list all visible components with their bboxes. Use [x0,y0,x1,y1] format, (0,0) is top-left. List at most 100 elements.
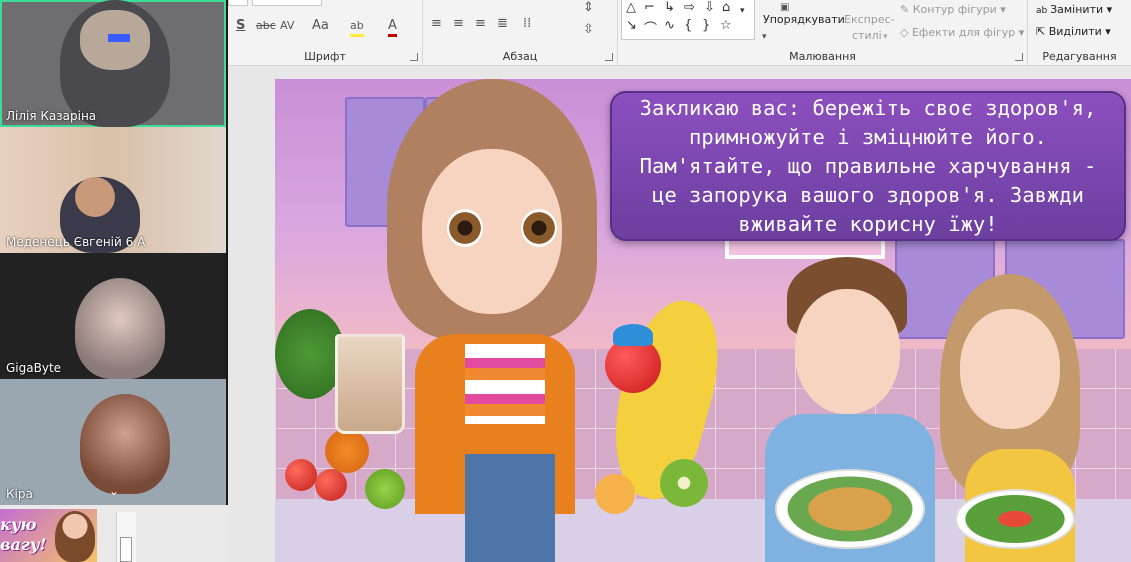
brace-left-icon[interactable]: { [684,18,692,33]
align-right-icon[interactable]: ≡ [475,16,486,32]
arc-shape-icon[interactable]: ⌒ [644,18,657,37]
quick-styles-dropdown-icon: ▾ [883,32,888,42]
participant-name: Меденець Євгеній 6 А [6,235,146,249]
slide-thumbnails: кую вагу! [0,505,228,562]
font-color-button[interactable]: A [388,18,397,37]
font-group-label: Шрифт [304,50,346,63]
pepper-image [325,429,369,473]
chevron-down-icon[interactable]: ⌄ [104,484,124,498]
girl-jeans [465,454,555,562]
connector-shape-icon[interactable]: ⌐ [644,0,655,15]
thumbnail-text-line2: вагу! [0,535,47,554]
participant-name: Лілія Казаріна [6,109,97,123]
paragraph-group-label: Абзац [502,50,538,63]
change-case-button[interactable]: Aa [312,18,329,34]
select-button[interactable]: ⇱ Виділити ▾ [1036,25,1111,39]
align-text-icon[interactable]: ⇳ [583,22,594,38]
speech-text[interactable]: Закликаю вас: бережіть своє здоров'я, пр… [626,94,1110,239]
select-dropdown-icon: ▾ [1101,25,1111,38]
font-dialog-launcher[interactable] [410,53,418,61]
shape-effects-label: Ефекти для фігур [911,26,1016,39]
character-spacing-button[interactable]: AV [280,18,294,34]
tomato-image [285,459,317,491]
app-window: S abc AV Aa ab A Шрифт ≡ ≡ ≡ ≣ ⁞⁞ ⇕ ⇳ Аб… [0,0,1131,562]
align-center-icon[interactable]: ≡ [453,16,464,32]
milkshake-image [335,334,405,434]
salad-bowl [955,489,1075,549]
arrange-icon: ▣ [780,2,790,13]
pen-icon: ✎ [900,3,913,16]
cursor-icon: ⇱ [1036,25,1049,38]
shape-effects-dropdown-icon: ▾ [1015,26,1025,39]
orange-slice-image [595,474,635,514]
participant-tile[interactable]: GigaByte [0,253,226,379]
replace-button[interactable]: ab Замінити ▾ [1036,3,1112,18]
replace-dropdown-icon: ▾ [1103,3,1113,16]
girl-left-eye [447,209,483,247]
slide-canvas[interactable]: Закликаю вас: бережіть своє здоров'я, пр… [228,66,1131,562]
participant-video [80,394,170,494]
replace-icon: ab [1036,6,1051,16]
thumbnail-text-line1: кую [0,515,37,534]
shape-outline-label: Контур фігури [912,3,997,16]
boy-food-plate [775,469,925,549]
speech-bubble[interactable]: Закликаю вас: бережіть своє здоров'я, пр… [610,91,1126,241]
girl-right-eye [521,209,557,247]
justify-icon[interactable]: ≣ [497,16,508,32]
triangle-shape-icon[interactable]: △ [626,0,636,15]
paragraph-dialog-launcher[interactable] [605,53,613,61]
drawing-dialog-launcher[interactable] [1015,53,1023,61]
bottle-cap-image [613,324,653,346]
shape-outline-dropdown-icon: ▾ [996,3,1006,16]
girl2-face [960,309,1060,429]
shapes-gallery[interactable]: △ ⌐ ↳ ⇨ ⇩ ⌂ ↘ ⌒ ∿ { } ☆ ▾ [621,0,755,40]
arrow-right-shape-icon[interactable]: ⇨ [684,0,695,15]
slide[interactable]: Закликаю вас: бережіть своє здоров'я, пр… [275,79,1131,562]
kiwi-image [660,459,708,507]
quick-styles-button-line2[interactable]: стилі [852,29,882,43]
glasses-reflection [108,34,130,42]
shape-effects-button[interactable]: ◇ Ефекти для фігур ▾ [900,26,1024,40]
text-shadow-button[interactable]: S [236,18,245,34]
star-shape-icon[interactable]: ☆ [720,18,732,33]
boy-face [795,289,900,414]
participant-name: Кіра [6,487,33,501]
apple-green-image [365,469,405,509]
drawing-group-label: Малювання [789,50,856,63]
font-group: S abc AV Aa ab A Шрифт [228,0,423,66]
brace-right-icon[interactable]: } [702,18,710,33]
slide-thumbnail[interactable]: кую вагу! [0,509,97,562]
tomato-image [315,469,347,501]
editing-group: ab Замінити ▾ ⇱ Виділити ▾ Редагування [1028,0,1131,66]
elbow-connector-icon[interactable]: ↳ [664,0,675,15]
quick-styles-button-line1[interactable]: Експрес- [844,13,895,27]
strikethrough-button[interactable]: abc [256,18,276,34]
participant-tile[interactable]: Лілія Казаріна [0,0,226,127]
effects-icon: ◇ [900,26,912,39]
arrow-down-shape-icon[interactable]: ⇩ [704,0,715,15]
shape-outline-button[interactable]: ✎ Контур фігури ▾ [900,3,1006,17]
arrange-button[interactable]: Упорядкувати [763,13,845,27]
text-direction-icon[interactable]: ⇕ [583,0,594,16]
paragraph-group: ≡ ≡ ≡ ≣ ⁞⁞ ⇕ ⇳ Абзац [423,0,618,66]
replace-label: Замінити [1050,3,1104,16]
video-call-panel: Лілія Казаріна Меденець Євгеній 6 А Giga… [0,0,228,505]
scrollbar-thumb[interactable] [120,537,132,562]
align-left-icon[interactable]: ≡ [431,16,442,32]
arrow-shape-icon[interactable]: ↘ [626,18,637,33]
select-label: Виділити [1048,25,1102,38]
participant-face [75,177,115,217]
rounded-shape-icon[interactable]: ⌂ [722,0,730,15]
participant-name: GigaByte [6,361,62,375]
highlight-color-button[interactable]: ab [350,18,364,37]
columns-icon[interactable]: ⁞⁞ [523,16,531,32]
gallery-more-icon[interactable]: ▾ [740,6,745,16]
girl-striped-top [465,344,545,424]
editing-group-label: Редагування [1042,50,1117,63]
participant-video [75,278,165,379]
arrange-dropdown-icon: ▾ [762,32,767,42]
ribbon: S abc AV Aa ab A Шрифт ≡ ≡ ≡ ≣ ⁞⁞ ⇕ ⇳ Аб… [228,0,1131,66]
thumbnail-image [55,511,95,562]
participant-tile[interactable]: Меденець Євгеній 6 А [0,127,226,253]
curve-shape-icon[interactable]: ∿ [664,18,675,33]
